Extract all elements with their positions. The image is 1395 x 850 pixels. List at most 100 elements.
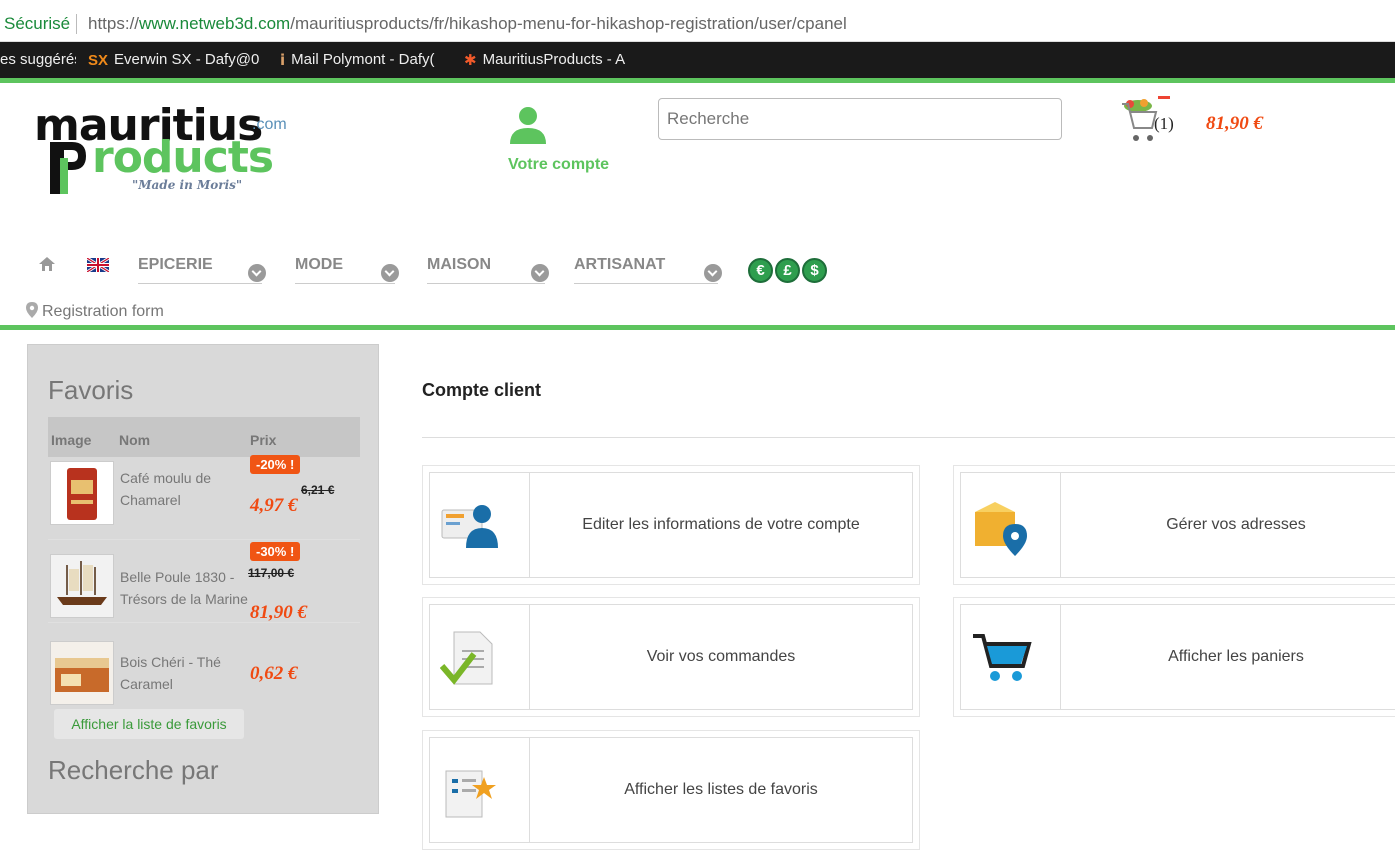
col-image: Image [51,432,92,448]
user-icon [510,107,546,144]
sx-icon: SX [88,51,109,69]
breadcrumb-current: Registration form [42,303,164,320]
account-link[interactable]: Votre compte [508,100,628,180]
currency-dollar-icon[interactable]: $ [802,258,827,283]
orders-icon [440,631,493,685]
nav-epicerie-label: EPICERIE [138,256,213,273]
bookmark-mauritiusproducts[interactable]: ✱ MauritiusProducts - A [464,51,636,69]
product-price: 81,90 € [250,602,307,623]
polymont-icon: ⅰ [280,52,286,70]
address-pin-icon [975,502,1027,556]
nav-mode[interactable]: MODE [295,256,399,284]
card-inner: Gérer vos adresses [960,472,1395,578]
chevron-down-icon [531,264,549,282]
url-prefix: https:// [88,14,140,33]
address-bar[interactable]: Sécurisé https://www.netweb3d.com/maurit… [0,0,1395,42]
nav-artisanat[interactable]: ARTISANAT [574,256,722,284]
card-icon-cell [430,605,530,709]
card-inner: Editer les informations de votre compte [429,472,913,578]
currency-euro-icon[interactable]: € [748,258,773,283]
chevron-down-icon [381,264,399,282]
favorite-row[interactable]: Bois Chéri - Thé Caramel 0,62 € [48,623,360,706]
home-icon[interactable] [38,256,56,272]
url-host: www.netweb3d.com [139,14,291,33]
favorite-row[interactable]: Café moulu de Chamarel -20% ! 6,21 € 4,9… [48,455,360,540]
cart-total[interactable]: 81,90 € [1206,113,1263,135]
url-path: /mauritiusproducts/fr/hikashop-menu-for-… [290,14,847,33]
url-text[interactable]: https://www.netweb3d.com/mauritiusproduc… [88,14,847,34]
chevron-down-icon [704,264,722,282]
currency-pound-icon[interactable]: £ [775,258,800,283]
search-by-title: Recherche par [48,755,219,785]
product-price: 0,62 € [250,663,298,684]
uk-flag-icon[interactable] [87,258,109,272]
bookmark-suggested[interactable]: es suggérés [0,51,76,68]
product-name[interactable]: Café moulu de Chamarel [120,467,250,511]
breadcrumb: Registration form [26,302,164,321]
product-name[interactable]: Bois Chéri - Thé Caramel [120,651,250,695]
card-inner: Afficher les paniers [960,604,1395,710]
card-inner: Afficher les listes de favoris [429,737,913,843]
address-separator [76,14,77,34]
card-inner: Voir vos commandes [429,604,913,710]
bookmark-mail-polymont[interactable]: ⅰ Mail Polymont - Dafy( [280,51,448,69]
card-label: Editer les informations de votre compte [582,516,860,533]
chevron-down-icon [248,264,266,282]
card-label: Gérer vos adresses [1166,516,1306,533]
account-label: Votre compte [508,156,610,173]
user-card-icon [441,505,498,548]
title-divider [422,437,1395,438]
view-carts-card[interactable]: Afficher les paniers [953,597,1395,717]
joomla-icon: ✱ [464,52,477,70]
cart-icon [973,634,1032,681]
nav-maison[interactable]: MAISON [427,256,549,284]
nav-artisanat-label: ARTISANAT [574,256,666,273]
product-thumbnail[interactable] [50,554,114,618]
col-name: Nom [119,432,151,448]
site-logo[interactable]: mauritius .com roducts "Made in Moris" [30,100,300,200]
tea-box-icon [51,642,113,704]
favorite-row[interactable]: Belle Poule 1830 - Trésors de la Marine … [48,540,360,623]
header-bottom-border [0,325,1395,330]
cart-count[interactable]: (1) [1154,114,1174,134]
coffee-bag-icon [67,468,97,520]
header-top-border [0,78,1395,83]
col-price: Prix [250,432,277,448]
card-label: Voir vos commandes [646,648,796,665]
card-icon-cell [430,738,530,842]
edit-account-card[interactable]: Editer les informations de votre compte [422,465,920,585]
product-name[interactable]: Belle Poule 1830 - Trésors de la Marine [120,566,250,610]
card-icon-cell [961,473,1061,577]
product-thumbnail[interactable] [50,641,114,705]
card-label: Afficher les listes de favoris [624,781,818,798]
favorites-table-header: Image Nom Prix [48,417,360,457]
search-input[interactable]: Recherche [658,98,1062,140]
old-price: 117,00 € [248,566,295,580]
product-thumbnail[interactable] [50,461,114,525]
product-price: 4,97 € [250,495,298,516]
card-icon-cell [961,605,1061,709]
favorites-table: Image Nom Prix Café moulu de Chamarel -2… [48,417,360,706]
secure-label[interactable]: Sécurisé [4,14,70,34]
old-price: 6,21 € [301,483,335,497]
card-icon-cell [430,473,530,577]
view-orders-card[interactable]: Voir vos commandes [422,597,920,717]
cart-badge [1158,96,1170,99]
ship-model-icon [51,555,113,617]
discount-badge: -20% ! [250,455,301,474]
main-nav: EPICERIE MODE MAISON ARTISANAT € £ $ [0,250,1395,290]
view-favorites-lists-card[interactable]: Afficher les listes de favoris [422,730,920,850]
favorites-list-icon [445,770,496,818]
nav-epicerie[interactable]: EPICERIE [138,256,266,284]
logo-p-icon [50,142,86,194]
discount-badge: -30% ! [250,542,301,561]
nav-maison-label: MAISON [427,256,491,273]
view-favorites-button[interactable]: Afficher la liste de favoris [54,709,244,739]
logo-line2: roducts [92,132,274,183]
card-label: Afficher les paniers [1168,648,1304,665]
manage-addresses-card[interactable]: Gérer vos adresses [953,465,1395,585]
logo-tagline: "Made in Moris" [132,178,243,192]
page-title: Compte client [422,380,542,400]
favorites-title: Favoris [48,375,134,405]
bookmark-everwin[interactable]: SX Everwin SX - Dafy@03 [88,51,260,69]
